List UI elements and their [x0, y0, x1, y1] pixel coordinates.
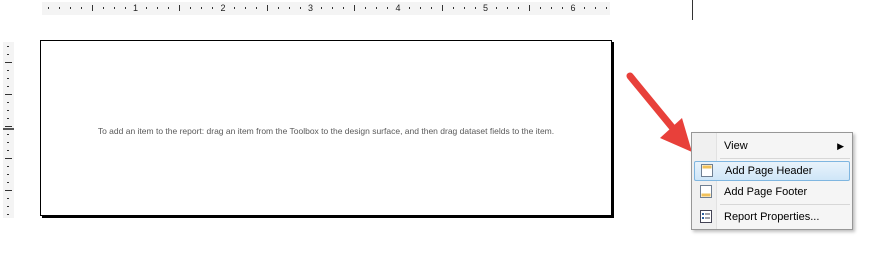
ruler-tick	[605, 7, 607, 9]
vertical-ruler	[3, 42, 14, 218]
ruler-tick	[299, 7, 301, 9]
ruler-tick	[7, 214, 9, 215]
ruler-tick	[376, 7, 378, 9]
ruler-tick	[168, 7, 170, 9]
ruler-tick	[7, 118, 9, 119]
ruler-number: 6	[569, 2, 577, 14]
ruler-tick	[7, 46, 9, 47]
ruler-tick	[408, 7, 410, 9]
menu-separator	[720, 158, 850, 159]
menu-item-add-page-header[interactable]: Add Page Header	[694, 161, 850, 181]
ruler-tick	[496, 7, 498, 9]
ruler-tick	[244, 7, 246, 9]
ruler-tick	[7, 86, 9, 87]
ruler-tick	[5, 94, 12, 95]
ruler-tick	[551, 7, 553, 9]
ruler-tick	[7, 78, 9, 79]
ruler-tick	[518, 7, 520, 9]
ruler-tick	[5, 126, 12, 127]
ruler-tick	[419, 7, 421, 9]
ruler-tick	[452, 7, 454, 9]
ruler-tick	[387, 7, 389, 9]
ruler-tick	[91, 5, 93, 11]
ruler-number: 2	[219, 2, 227, 14]
ruler-tick	[540, 7, 542, 9]
ruler-tick	[124, 7, 126, 9]
ruler-tick	[7, 206, 9, 207]
ruler-tick	[7, 182, 9, 183]
ruler-tick	[507, 7, 509, 9]
ruler-tick	[529, 5, 531, 11]
ruler-tick	[7, 198, 9, 199]
design-surface-hint: To add an item to the report: drag an it…	[97, 126, 555, 136]
ruler-tick	[7, 110, 9, 111]
ruler-tick	[7, 150, 9, 151]
menu-item-report-properties[interactable]: Report Properties...	[694, 207, 850, 227]
ruler-tick	[288, 7, 290, 9]
ruler-tick	[332, 7, 334, 9]
ruler-tick	[321, 7, 323, 9]
menu-item-report-properties-label: Report Properties...	[724, 211, 820, 223]
ruler-tick	[266, 5, 268, 11]
ruler-tick	[277, 7, 279, 9]
ruler-tick	[5, 158, 12, 159]
report-design-surface[interactable]: To add an item to the report: drag an it…	[40, 40, 612, 216]
ruler-tick	[7, 166, 9, 167]
ruler-tick	[179, 5, 181, 11]
ruler-tick	[146, 7, 148, 9]
ruler-tick	[113, 7, 115, 9]
chevron-right-icon: ▶	[837, 141, 844, 151]
ruler-number: 1	[131, 2, 140, 14]
menu-separator	[720, 204, 850, 205]
ruler-tick	[7, 54, 9, 55]
ruler-tick	[343, 7, 345, 9]
ruler-tick	[474, 7, 476, 9]
ruler-tick	[212, 7, 214, 9]
ruler-tick	[5, 62, 12, 63]
ruler-tick	[7, 102, 9, 103]
menu-item-view-label: View	[724, 140, 748, 152]
ruler-tick	[5, 190, 12, 191]
ruler-tick	[7, 134, 9, 135]
ruler-tick	[80, 7, 82, 9]
ruler-tick	[354, 5, 356, 11]
ruler-tick	[7, 142, 9, 143]
page-header-icon	[701, 164, 713, 177]
ruler-tick	[441, 5, 443, 11]
menu-item-add-page-footer[interactable]: Add Page Footer	[694, 182, 850, 202]
horizontal-ruler: 1 2 3 4 5 6	[42, 2, 610, 15]
ruler-tick	[7, 174, 9, 175]
cursor-caret	[692, 0, 693, 20]
menu-item-add-page-footer-label: Add Page Footer	[724, 186, 808, 198]
ruler-tick	[255, 7, 257, 9]
ruler-tick	[190, 7, 192, 9]
menu-item-add-page-header-label: Add Page Header	[725, 165, 813, 177]
ruler-tick	[7, 70, 9, 71]
ruler-tick	[102, 7, 104, 9]
ruler-tick	[48, 7, 49, 9]
ruler-tick	[233, 7, 235, 9]
ruler-tick	[69, 7, 71, 9]
ruler-tick	[157, 7, 159, 9]
ruler-tick	[583, 7, 585, 9]
ruler-number: 3	[306, 2, 315, 14]
report-properties-icon	[700, 210, 712, 223]
page-footer-icon	[700, 185, 712, 198]
red-arrow-icon	[626, 72, 692, 152]
ruler-tick	[594, 7, 596, 9]
ruler-number: 5	[481, 2, 490, 14]
ruler-number: 4	[394, 2, 402, 14]
ruler-tick	[58, 7, 60, 9]
menu-item-view[interactable]: View ▶	[694, 136, 850, 156]
ruler-tick	[365, 7, 367, 9]
ruler-position-marker	[3, 128, 14, 130]
context-menu: View ▶ Add Page Header Add Page Footer R…	[691, 132, 853, 230]
ruler-tick	[463, 7, 465, 9]
ruler-tick	[430, 7, 432, 9]
ruler-tick	[201, 7, 203, 9]
ruler-tick	[562, 7, 564, 9]
